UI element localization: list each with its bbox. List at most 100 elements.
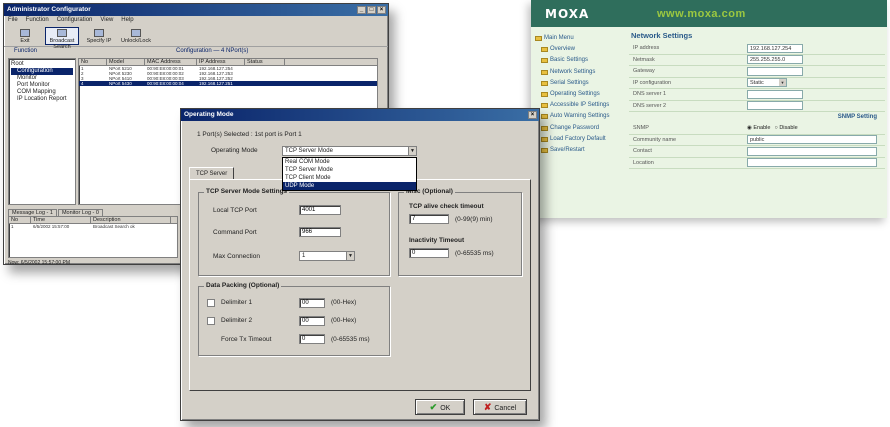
menu-view[interactable]: View [100,16,113,25]
network-settings-form: Network Settings IP address 192.168.127.2… [629,30,885,169]
snmp-section-title: SNMP Setting [837,114,877,120]
gateway-input[interactable] [747,66,803,76]
field-row: IP configuration Static ▼ [629,78,885,89]
operating-mode-select[interactable]: TCP Server Mode ▼ [282,146,417,156]
nav-accessible-ip[interactable]: Accessible IP Settings [535,100,627,111]
nav-main-menu[interactable]: Main Menu [535,33,627,44]
field-row: IP address 192.168.127.254 [629,43,885,55]
close-icon[interactable]: × [528,111,537,119]
configurator-toolbar: Exit Broadcast Search Specify IP Unlock/… [4,25,388,50]
configurator-title: Administrator Configurator [7,6,91,13]
cancel-button[interactable]: ✘ Cancel [473,399,527,415]
function-tree[interactable]: Root Configuration Monitor Port Monitor … [8,58,76,205]
specify-ip-button[interactable]: Specify IP [82,27,116,45]
delimiter2-input[interactable]: 00 [299,316,325,326]
field-row: DNS server 2 [629,101,885,112]
close-icon[interactable]: × [377,6,386,14]
contact-input[interactable] [747,146,877,156]
chevron-down-icon: ▼ [408,147,416,155]
menu-file[interactable]: File [8,16,18,25]
menu-function[interactable]: Function [26,16,49,25]
log-header: No Time Description [9,217,177,224]
maximize-icon[interactable]: □ [367,6,376,14]
inactivity-timeout-input[interactable]: 0 [409,248,449,258]
dialog-title: Operating Mode [184,111,234,118]
tab-message-log[interactable]: Message Log - 1 [8,209,57,216]
data-packing-group: Data Packing (Optional) Delimiter 1 00 (… [198,282,390,356]
netmask-input[interactable]: 255.255.255.0 [747,55,803,65]
tree-item-configuration[interactable]: Configuration [11,68,73,75]
force-tx-timeout-input[interactable]: 0 [299,334,325,344]
tree-item-root[interactable]: Root [11,61,73,68]
menu-configuration[interactable]: Configuration [57,16,93,25]
folder-icon [541,47,548,53]
delimiter1-input[interactable]: 00 [299,298,325,308]
tab-monitor-log[interactable]: Monitor Log - 0 [57,209,103,216]
misc-group: Misc (Optional) TCP alive check timeout … [398,188,522,276]
col-model[interactable]: Model [107,59,145,65]
unlock-button[interactable]: Unlock/Lock [119,27,153,45]
nav-auto-warning[interactable]: Auto Warning Settings [535,111,627,122]
nav-serial-settings[interactable]: Serial Settings [535,78,627,89]
nav-factory-default[interactable]: Load Factory Default [535,134,627,145]
tree-item-com-mapping[interactable]: COM Mapping [11,89,73,96]
ip-configuration-select[interactable]: Static ▼ [747,78,787,88]
ok-button[interactable]: ✔ OK [415,399,465,415]
field-row: Community name public [629,135,885,146]
max-connection-select[interactable]: 1 ▼ [299,251,355,261]
snmp-disable-radio[interactable]: ○ Disable [774,125,797,131]
col-status[interactable]: Status [245,59,285,65]
ip-address-input[interactable]: 192.168.127.254 [747,43,803,53]
web-header: MOXA www.moxa.com [531,0,887,27]
col-no[interactable]: No [79,59,107,65]
tree-item-port-monitor[interactable]: Port Monitor [11,82,73,89]
ports-selected-text: 1 Port(s) Selected : 1st port is Port 1 [197,131,302,138]
exit-button[interactable]: Exit [8,27,42,45]
tree-item-monitor[interactable]: Monitor [11,75,73,82]
tree-item-ip-report[interactable]: IP Location Report [11,96,73,103]
broadcast-search-button[interactable]: Broadcast Search [45,27,79,50]
col-mac[interactable]: MAC Address [145,59,197,65]
command-port-input[interactable]: 966 [299,227,341,237]
checkmark-icon: ✔ [429,402,438,412]
dns1-input[interactable] [747,89,803,99]
dialog-tabs: TCP Server [189,167,235,179]
option-tcp-server[interactable]: TCP Server Mode [283,166,416,174]
field-row: Location [629,158,885,169]
option-udp[interactable]: UDP Mode [283,182,416,190]
folder-icon [541,147,548,153]
folder-icon [541,69,548,75]
dns2-input[interactable] [747,101,803,111]
menu-help[interactable]: Help [121,16,133,25]
nav-change-password[interactable]: Change Password [535,123,627,134]
nav-network-settings[interactable]: Network Settings [535,67,627,78]
folder-icon [541,103,548,109]
field-row: SNMP ◉ Enable ○ Disable [629,123,885,135]
col-ip[interactable]: IP Address [197,59,245,65]
table-row-selected[interactable]: 4 NPort 5430 00:90:E8:00:00:04 192.168.127.… [79,81,377,86]
nport-list-header: No Model MAC Address IP Address Status [79,59,377,66]
tcp-alive-timeout-input[interactable]: 7 [409,214,449,224]
option-tcp-client[interactable]: TCP Client Mode [283,174,416,182]
minimize-icon[interactable]: _ [357,6,366,14]
field-row: DNS server 1 [629,89,885,101]
field-row: Netmask 255.255.255.0 [629,55,885,66]
dialog-titlebar: Operating Mode × [181,109,539,121]
operating-mode-dialog: Operating Mode × 1 Port(s) Selected : 1s… [180,108,540,421]
local-tcp-port-input[interactable]: 4001 [299,205,341,215]
nav-operating-settings[interactable]: Operating Settings [535,89,627,100]
field-row: Contact [629,146,885,158]
option-real-com[interactable]: Real COM Mode [283,158,416,166]
nav-basic-settings[interactable]: Basic Settings [535,55,627,66]
moxa-url[interactable]: www.moxa.com [657,8,746,20]
folder-icon [535,36,542,42]
delimiter2-checkbox[interactable] [207,317,215,325]
nav-overview[interactable]: Overview [535,44,627,55]
nav-save-restart[interactable]: Save/Restart [535,145,627,156]
log-row: 1 6/5/2002 15:57:00 Broadcast Search ok [11,224,135,229]
location-input[interactable] [747,158,877,168]
delimiter1-checkbox[interactable] [207,299,215,307]
tab-tcp-server[interactable]: TCP Server [189,167,235,179]
community-name-input[interactable]: public [747,135,877,145]
snmp-enable-radio[interactable]: ◉ Enable [747,125,770,131]
